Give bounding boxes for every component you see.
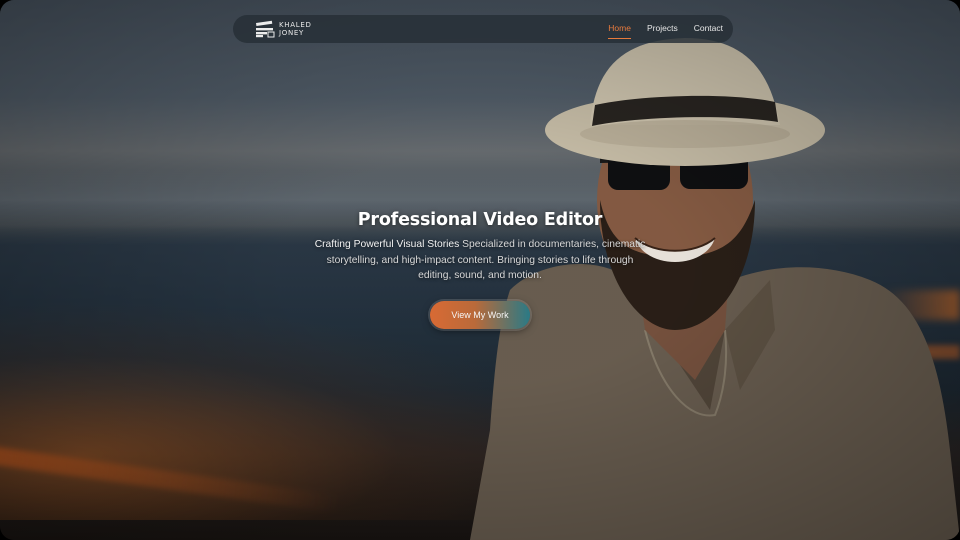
nav-links: Home Projects Contact bbox=[608, 23, 723, 39]
hero-description: Crafting Powerful Visual Stories Special… bbox=[300, 237, 660, 284]
hero-description-lead: Crafting Powerful Visual Stories bbox=[314, 239, 460, 250]
hero-title: Professional Video Editor bbox=[357, 210, 603, 230]
view-my-work-button[interactable]: View My Work bbox=[430, 300, 530, 329]
clapperboard-logo-icon bbox=[256, 20, 275, 38]
brand-name-last: JONEY bbox=[279, 29, 305, 37]
brand-name-first: KHALED bbox=[279, 21, 312, 29]
nav-link-contact[interactable]: Contact bbox=[694, 23, 723, 35]
nav-link-home[interactable]: Home bbox=[608, 23, 631, 39]
nav-link-projects[interactable]: Projects bbox=[647, 23, 678, 35]
brand-logo-link[interactable]: KHALED JONEY bbox=[255, 20, 312, 38]
top-navbar: KHALED JONEY Home Projects Contact bbox=[233, 15, 733, 43]
hero-content: Professional Video Editor Crafting Power… bbox=[300, 210, 660, 329]
